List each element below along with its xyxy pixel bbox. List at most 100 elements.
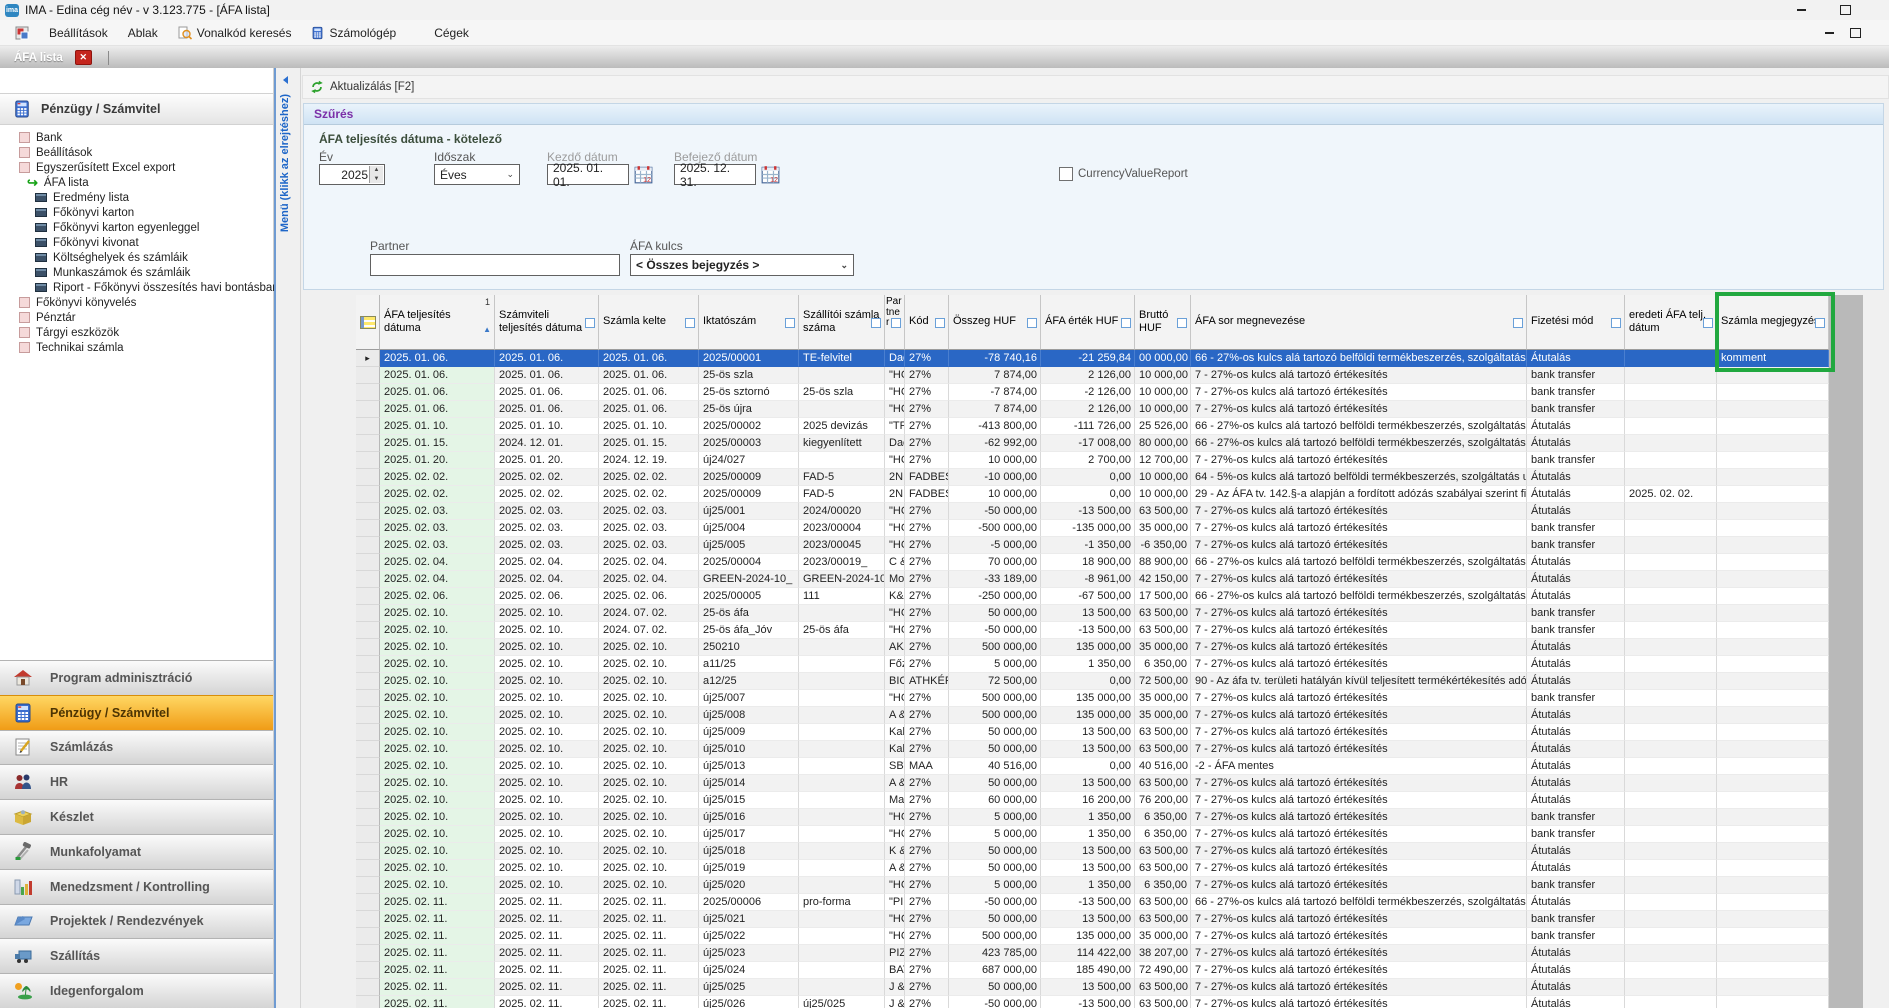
grid-cell[interactable]: 2025. 01. 15. (380, 435, 495, 452)
grid-corner-cell[interactable] (356, 295, 380, 350)
grid-cell[interactable]: a11/25 (699, 656, 799, 673)
grid-cell[interactable]: -50 000,00 (949, 996, 1041, 1008)
grid-cell[interactable]: 2025. 02. 11. (495, 996, 599, 1008)
grid-cell[interactable]: FAD-5 (799, 486, 885, 503)
table-row[interactable]: 2025. 02. 11.2025. 02. 11.2025. 02. 11.ú… (356, 962, 1829, 979)
grid-cell[interactable]: 27% (905, 775, 949, 792)
column-header-12[interactable]: eredeti ÁFA telj. dátum (1625, 295, 1717, 350)
table-row[interactable]: 2025. 02. 03.2025. 02. 03.2025. 02. 03.ú… (356, 537, 1829, 554)
grid-cell[interactable]: J & (885, 979, 905, 996)
grid-cell[interactable]: 7 - 27%-os kulcs alá tartozó értékesítés (1191, 639, 1527, 656)
grid-cell[interactable]: 2025/00001 (699, 350, 799, 367)
grid-cell[interactable]: 2025. 02. 03. (599, 503, 699, 520)
row-indicator[interactable] (356, 962, 380, 979)
grid-cell[interactable]: ATHKÉRT (905, 673, 949, 690)
row-indicator[interactable] (356, 486, 380, 503)
grid-cell[interactable]: 2025. 02. 10. (380, 639, 495, 656)
table-row[interactable]: 2025. 02. 10.2025. 02. 10.2025. 02. 10.ú… (356, 860, 1829, 877)
table-row[interactable]: 2025. 02. 04.2025. 02. 04.2025. 02. 04.2… (356, 554, 1829, 571)
grid-cell[interactable]: 66 - 27%-os kulcs alá tartozó belföldi t… (1191, 554, 1527, 571)
grid-cell[interactable]: 27% (905, 741, 949, 758)
grid-cell[interactable] (799, 724, 885, 741)
grid-cell[interactable] (799, 979, 885, 996)
grid-cell[interactable]: 7 - 27%-os kulcs alá tartozó értékesítés (1191, 775, 1527, 792)
grid-cell[interactable]: Átutalás (1527, 860, 1625, 877)
grid-cell[interactable]: 2025. 01. 10. (599, 418, 699, 435)
grid-cell[interactable]: 27% (905, 877, 949, 894)
grid-cell[interactable]: 2025. 02. 10. (495, 877, 599, 894)
grid-cell[interactable] (1717, 894, 1829, 911)
grid-cell[interactable]: 7 - 27%-os kulcs alá tartozó értékesítés (1191, 384, 1527, 401)
grid-cell[interactable] (1717, 588, 1829, 605)
grid-cell[interactable]: 7 - 27%-os kulcs alá tartozó értékesítés (1191, 741, 1527, 758)
grid-cell[interactable]: 7 - 27%-os kulcs alá tartozó értékesítés (1191, 911, 1527, 928)
sidebar-nav-folder[interactable]: Projektek / Rendezvények (0, 904, 273, 939)
table-row[interactable]: 2025. 02. 10.2025. 02. 10.2025. 02. 10.2… (356, 639, 1829, 656)
column-header-4[interactable]: Szállítói számla száma (799, 295, 885, 350)
grid-cell[interactable] (1625, 367, 1717, 384)
grid-cell[interactable]: 2024/00020 (799, 503, 885, 520)
grid-cell[interactable]: 250210 (699, 639, 799, 656)
sidebar-nav-calculator[interactable]: Pénzügy / Számvitel (0, 695, 273, 730)
grid-cell[interactable] (799, 605, 885, 622)
row-indicator[interactable] (356, 894, 380, 911)
grid-cell[interactable]: 2025. 01. 06. (599, 350, 699, 367)
grid-cell[interactable]: J & (885, 996, 905, 1008)
grid-cell[interactable]: 12 700,00 (1135, 452, 1191, 469)
grid-cell[interactable]: 27% (905, 435, 949, 452)
grid-cell[interactable]: 7 - 27%-os kulcs alá tartozó értékesítés (1191, 860, 1527, 877)
grid-cell[interactable]: 2025. 02. 10. (495, 792, 599, 809)
end-date-calendar-icon[interactable]: 12 (761, 165, 780, 184)
grid-cell[interactable]: A & (885, 775, 905, 792)
grid-cell[interactable]: 2025. 02. 03. (599, 520, 699, 537)
grid-cell[interactable]: 2025. 02. 03. (495, 520, 599, 537)
grid-cell[interactable]: 2025. 01. 06. (495, 384, 599, 401)
grid-cell[interactable]: 25-ös áfa (799, 622, 885, 639)
grid-cell[interactable]: 2025. 02. 03. (495, 537, 599, 554)
grid-cell[interactable] (799, 690, 885, 707)
sidebar-tree-item[interactable]: Munkaszámok és számláik (0, 265, 273, 280)
grid-cell[interactable] (1717, 809, 1829, 826)
grid-cell[interactable]: 29 - Az ÁFA tv. 142.§-a alapján a fordít… (1191, 486, 1527, 503)
grid-cell[interactable]: Átutalás (1527, 571, 1625, 588)
grid-cell[interactable]: 2N (885, 469, 905, 486)
grid-cell[interactable]: "HC (885, 520, 905, 537)
table-row[interactable]: 2025. 02. 10.2025. 02. 10.2025. 02. 10.ú… (356, 724, 1829, 741)
grid-cell[interactable] (1625, 639, 1717, 656)
grid-cell[interactable]: új25/022 (699, 928, 799, 945)
grid-cell[interactable]: 0,00 (1041, 469, 1135, 486)
grid-cell[interactable]: 2025. 01. 06. (599, 401, 699, 418)
grid-cell[interactable]: 2025. 02. 10. (495, 826, 599, 843)
grid-cell[interactable]: 185 490,00 (1041, 962, 1135, 979)
table-row[interactable]: 2025. 02. 10.2025. 02. 10.2025. 02. 10.ú… (356, 707, 1829, 724)
mdi-minimize-icon[interactable] (1821, 27, 1837, 39)
table-row[interactable]: 2025. 02. 02.2025. 02. 02.2025. 02. 02.2… (356, 486, 1829, 503)
column-filter-icon[interactable] (585, 318, 595, 328)
grid-cell[interactable]: 63 500,00 (1135, 894, 1191, 911)
grid-cell[interactable]: 2025. 02. 10. (599, 809, 699, 826)
row-indicator[interactable] (356, 418, 380, 435)
grid-cell[interactable]: bank transfer (1527, 605, 1625, 622)
grid-cell[interactable]: 2025. 02. 10. (495, 843, 599, 860)
grid-cell[interactable] (1717, 605, 1829, 622)
grid-cell[interactable]: 7 - 27%-os kulcs alá tartozó értékesítés (1191, 707, 1527, 724)
grid-cell[interactable]: 13 500,00 (1041, 724, 1135, 741)
grid-cell[interactable]: 2025. 02. 10. (495, 758, 599, 775)
grid-cell[interactable]: Átutalás (1527, 673, 1625, 690)
table-row[interactable]: 2025. 02. 04.2025. 02. 04.2025. 02. 04.G… (356, 571, 1829, 588)
row-indicator[interactable] (356, 503, 380, 520)
grid-cell[interactable] (1625, 452, 1717, 469)
grid-cell[interactable]: -135 000,00 (1041, 520, 1135, 537)
grid-cell[interactable]: 6 350,00 (1135, 826, 1191, 843)
grid-cell[interactable]: 2025. 02. 10. (495, 605, 599, 622)
grid-cell[interactable]: 2025. 02. 10. (599, 792, 699, 809)
sidebar-tree-item[interactable]: Pénztár (0, 310, 273, 325)
grid-cell[interactable]: 25-ös áfa_Jóv (699, 622, 799, 639)
table-row[interactable]: 2025. 01. 10.2025. 01. 10.2025. 01. 10.2… (356, 418, 1829, 435)
grid-cell[interactable]: 7 - 27%-os kulcs alá tartozó értékesítés (1191, 928, 1527, 945)
grid-cell[interactable]: új25/010 (699, 741, 799, 758)
grid-cell[interactable]: -1 350,00 (1041, 537, 1135, 554)
grid-cell[interactable]: 63 500,00 (1135, 843, 1191, 860)
grid-cell[interactable] (1717, 469, 1829, 486)
grid-cell[interactable]: 2025. 02. 10. (380, 826, 495, 843)
